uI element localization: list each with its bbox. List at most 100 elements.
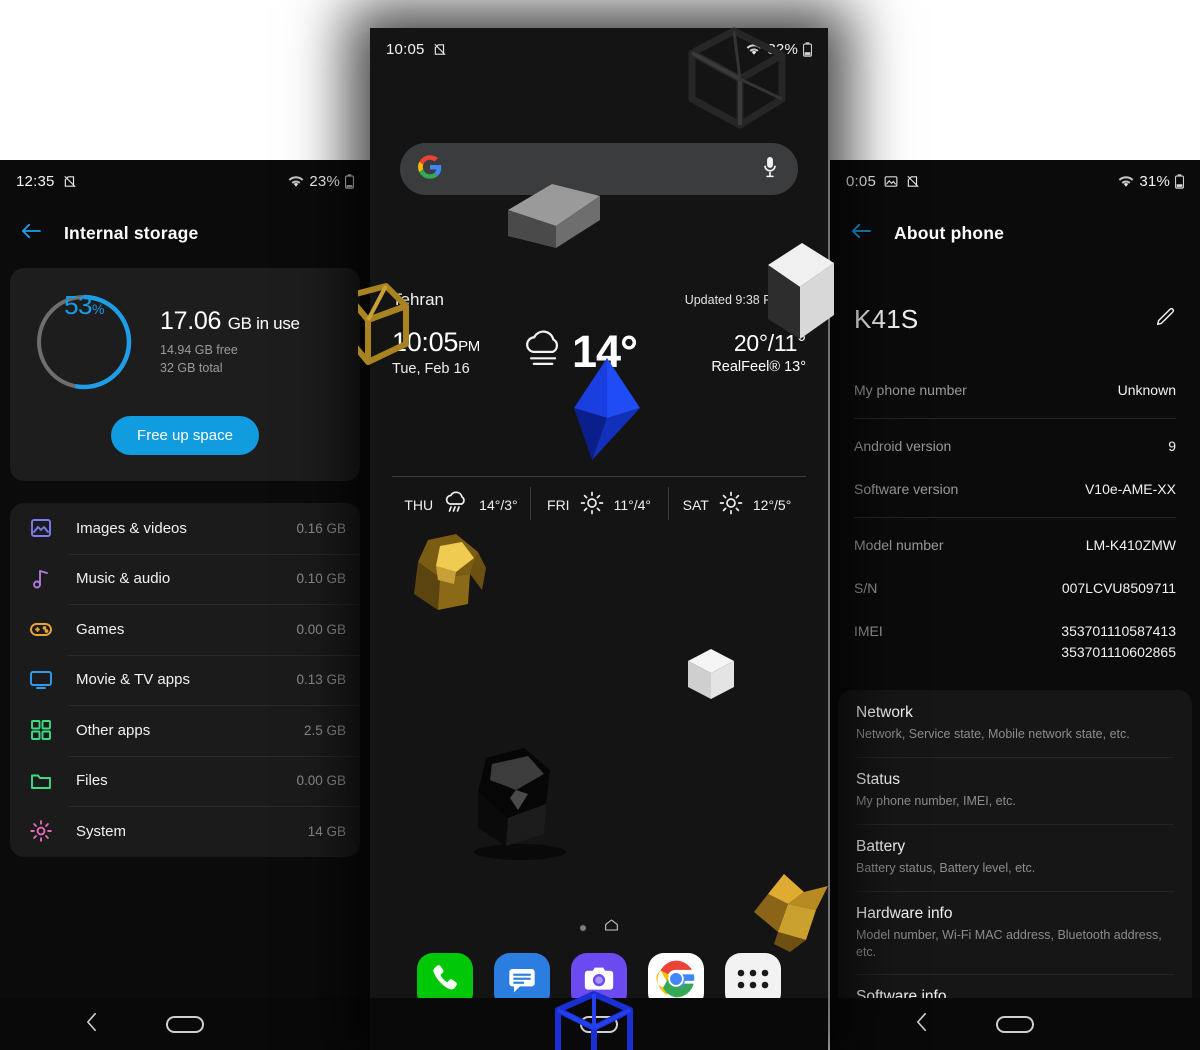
phone-icon [428, 962, 462, 1001]
storage-category-row[interactable]: Images & videos 0.16 GB [10, 503, 360, 554]
no-sim-icon [906, 174, 920, 189]
sun-icon [580, 491, 604, 518]
battery-icon [1175, 173, 1184, 189]
statusbar-time: 12:35 [16, 172, 55, 190]
forecast-day: THU [404, 496, 434, 513]
storage-category-label: Other apps [76, 721, 151, 739]
storage-category-row[interactable]: Music & audio 0.10 GB [10, 553, 360, 605]
statusbar-battery-pct: 32% [767, 40, 798, 58]
home-pill-icon[interactable] [166, 1015, 204, 1033]
forecast-day: FRI [547, 496, 570, 513]
wifi-icon [746, 43, 762, 56]
forecast-temps: 12°/5° [752, 496, 792, 513]
battery-icon [345, 173, 354, 189]
home-outline-icon[interactable] [604, 918, 619, 937]
statusbar-left: 12:35 23% [0, 160, 370, 202]
wifi-icon [1118, 175, 1134, 188]
navbar-center [370, 998, 828, 1050]
menu-item-subtitle: My phone number, IMEI, etc. [856, 793, 1016, 808]
weather-city: Tehran [392, 290, 444, 309]
statusbar-center: 10:05 32% [370, 28, 828, 70]
forecast-temps: 11°/4° [613, 496, 651, 513]
cloud-fog-icon [520, 329, 568, 376]
storage-category-row[interactable]: Other apps 2.5 GB [10, 705, 360, 756]
device-name: K41S [854, 304, 919, 334]
storage-category-size: 0.13 GB [296, 672, 346, 688]
spec-key: Model number [854, 537, 944, 553]
weather-widget[interactable]: Tehran Updated 9:38 PM 10:05PM Tue, Feb … [370, 290, 828, 378]
weather-temperature: 14° [571, 326, 638, 377]
weather-date: Tue, Feb 16 [392, 361, 470, 377]
spec-value: 9 [1168, 438, 1176, 454]
menu-item-title: Hardware info [856, 904, 953, 922]
back-chevron-icon[interactable] [85, 1011, 98, 1038]
statusbar-battery-pct: 31% [1139, 172, 1170, 190]
storage-in-use-unit: GB in use [227, 313, 300, 333]
storage-category-size: 2.5 GB [303, 722, 346, 738]
statusbar-time: 0:05 [846, 172, 876, 190]
statusbar-battery-pct: 23% [309, 172, 340, 190]
music-icon [28, 566, 54, 592]
about-menu-item[interactable]: Hardware info Model number, Wi-Fi MAC add… [838, 890, 1192, 975]
storage-category-row[interactable]: Movie & TV apps 0.13 GB [10, 654, 360, 706]
storage-category-size: 0.00 GB [296, 621, 346, 637]
menu-item-title: Network [856, 704, 913, 721]
storage-category-label: Images & videos [76, 519, 187, 537]
spec-key: My phone number [854, 382, 967, 398]
forecast-day: SAT [682, 496, 709, 513]
navbar-right [830, 998, 1200, 1050]
storage-category-row[interactable]: Games 0.00 GB [10, 604, 360, 655]
back-arrow-icon[interactable] [850, 222, 872, 245]
page-dot[interactable] [579, 924, 586, 931]
sun-icon [719, 491, 743, 518]
spec-key: Software version [854, 481, 959, 497]
back-chevron-icon[interactable] [915, 1011, 928, 1038]
storage-category-row[interactable]: Files 0.00 GB [10, 755, 360, 807]
pencil-icon[interactable] [1154, 306, 1176, 333]
device-spec-row: IMEI 353701110587413 353701110602865 [830, 610, 1200, 674]
storage-category-size: 0.16 GB [296, 520, 346, 536]
home-screen: 10:05 32% Tehran Updated 9:38 PM 10:05PM… [370, 28, 828, 1050]
device-name-row: K41S [830, 264, 1200, 335]
spec-value: Unknown [1117, 382, 1176, 398]
no-sim-icon [433, 42, 447, 57]
refresh-icon[interactable] [789, 290, 806, 310]
microphone-icon[interactable] [760, 155, 780, 184]
google-search-bar[interactable] [400, 143, 798, 195]
storage-percent: 53 [64, 290, 92, 320]
google-g-icon [418, 154, 442, 184]
device-spec-row: Model number LM-K410ZMW [830, 524, 1200, 567]
storage-category-label: Games [76, 620, 125, 638]
folder-icon [28, 768, 54, 794]
back-arrow-icon[interactable] [20, 222, 42, 245]
home-pill-icon[interactable] [996, 1015, 1034, 1033]
device-spec-row: S/N 007LCVU8509711 [830, 567, 1200, 610]
navbar-left [0, 998, 370, 1050]
page-title: About phone [894, 222, 1005, 243]
weather-realfeel: RealFeel® 13° [711, 358, 806, 375]
menu-item-title: Battery [856, 837, 906, 855]
no-sim-icon [63, 174, 77, 189]
about-menu-item[interactable]: Battery Battery status, Battery level, et… [838, 823, 1192, 891]
storage-in-use-value: 17.06 [160, 306, 222, 335]
storage-category-label: Music & audio [76, 570, 171, 588]
device-spec-row: My phone number Unknown [830, 369, 1200, 412]
image-notification-icon [884, 175, 898, 188]
about-menu-item[interactable]: Network Network, Service state, Mobile ne… [838, 690, 1192, 757]
appbar-right: About phone [830, 202, 1200, 264]
about-menu-item[interactable]: Status My phone number, IMEI, etc. [838, 756, 1192, 824]
spec-value: LM-K410ZMW [1085, 537, 1176, 553]
battery-icon [803, 41, 812, 57]
grid-icon [28, 717, 54, 743]
free-up-space-button[interactable]: Free up space [111, 416, 259, 455]
home-pill-icon[interactable] [580, 1015, 618, 1033]
storage-free: 14.94 GB free [160, 342, 238, 357]
storage-total: 32 GB total [160, 361, 223, 375]
forecast-cell: SAT 12°/5° [668, 487, 806, 520]
storage-category-row[interactable]: System 14 GB [10, 806, 360, 857]
image-icon [28, 515, 54, 541]
forecast-cell: FRI 11°/4° [530, 487, 668, 520]
message-icon [506, 963, 538, 1000]
storage-category-label: Movie & TV apps [76, 671, 190, 689]
storage-summary-card: 53% 17.06 GB in use 14.94 GB free 32 GB … [10, 268, 360, 481]
